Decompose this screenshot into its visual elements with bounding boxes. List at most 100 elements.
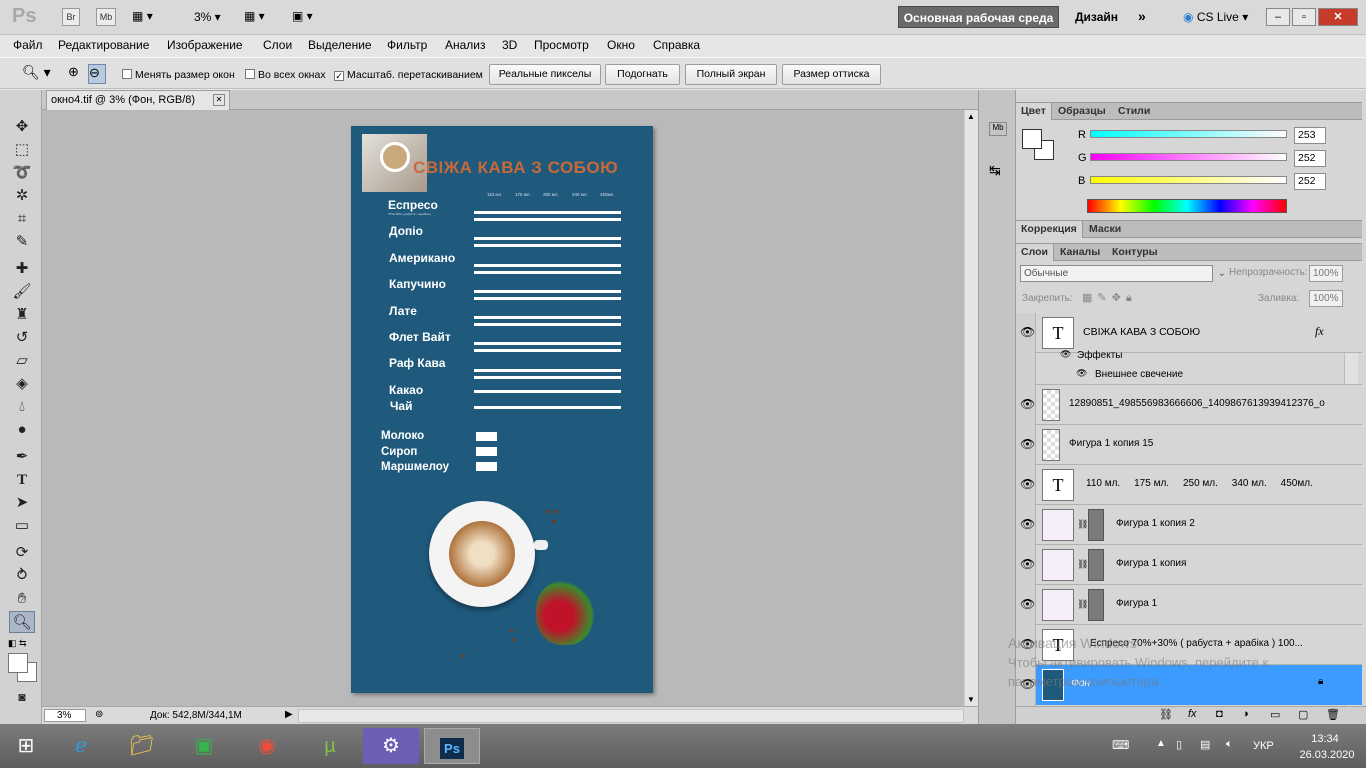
eye-icon[interactable]: 👁︎ — [1020, 517, 1035, 531]
minibridge-panel-icon[interactable]: Mb — [989, 122, 1007, 136]
battery-icon[interactable]: ▯ — [1176, 738, 1182, 751]
chrome-icon[interactable]: ◉ — [243, 728, 291, 764]
clock-time[interactable]: 13:34 — [1303, 733, 1347, 745]
tab-masks[interactable]: Маски — [1084, 221, 1126, 238]
3d-orbit-tool-icon[interactable]: ⥁ — [9, 565, 35, 587]
effects-eye-icon[interactable]: 👁︎ — [1060, 349, 1071, 360]
dodge-tool-icon[interactable]: ● — [9, 419, 35, 441]
hand-tool-icon[interactable]: ✋︎ — [9, 588, 35, 610]
shape-tool-icon[interactable]: ▭ — [9, 515, 35, 537]
3d-rotate-tool-icon[interactable]: ⟳ — [9, 542, 35, 564]
new-layer-icon[interactable]: ▢ — [1298, 708, 1308, 721]
fill-screen-button[interactable]: Полный экран — [685, 64, 777, 85]
restore-button[interactable]: ▫ — [1292, 8, 1316, 26]
show-hidden-icons[interactable]: ▲ — [1156, 738, 1166, 749]
actual-pixels-button[interactable]: Реальные пикселы — [489, 64, 601, 85]
channel-r-value[interactable]: 253 — [1294, 127, 1326, 144]
paint-bucket-tool-icon[interactable]: ◈ — [9, 373, 35, 395]
eye-icon[interactable]: 👁︎ — [1020, 597, 1035, 611]
channel-r-slider[interactable] — [1090, 130, 1287, 138]
tab-layers[interactable]: Слои — [1016, 244, 1054, 261]
document-tab[interactable]: окно4.tif @ 3% (Фон, RGB/8) ✕ — [46, 90, 230, 110]
tab-paths[interactable]: Контуры — [1107, 244, 1163, 261]
channel-b-slider[interactable] — [1090, 176, 1287, 184]
blend-mode-dropdown[interactable]: Обычные ⌄ — [1020, 265, 1226, 282]
status-menu-arrow-icon[interactable]: ▶ — [285, 709, 293, 720]
default-colors-icon[interactable]: ◧ ⇆ — [8, 638, 27, 649]
view-extras-dropdown[interactable]: ▦ ▾ — [132, 9, 166, 25]
zoom-tool-icon[interactable]: 🔍︎ — [9, 611, 35, 633]
layer-sizes-text[interactable]: 👁︎ T 110 мл. 175 мл. 250 мл. 340 мл. 450… — [1020, 465, 1362, 505]
cs-live-button[interactable]: ◉ CS Live ▾ — [1183, 10, 1248, 24]
path-selection-tool-icon[interactable]: ➤ — [9, 492, 35, 514]
menu-select[interactable]: Выделение — [308, 38, 372, 52]
add-style-icon[interactable]: fx — [1188, 708, 1197, 720]
language-indicator[interactable]: УКР — [1253, 740, 1274, 752]
eraser-tool-icon[interactable]: ▱ — [9, 350, 35, 372]
foreground-color-swatch[interactable] — [8, 653, 28, 673]
brush-tool-icon[interactable]: 🖌︎ — [9, 281, 35, 303]
layer-outer-glow-row[interactable]: 👁︎ Внешнее свечение — [1036, 365, 1362, 385]
fx-icon[interactable]: fx — [1315, 324, 1324, 339]
menu-edit[interactable]: Редактирование — [58, 38, 149, 52]
resize-windows-checkbox[interactable]: Менять размер окон — [122, 69, 235, 81]
arrange-documents-dropdown[interactable]: ▦ ▾ — [244, 9, 278, 23]
pen-tool-icon[interactable]: ✒ — [9, 446, 35, 468]
lasso-tool-icon[interactable]: ➰ — [9, 162, 35, 184]
utorrent-icon[interactable]: µ — [306, 728, 354, 764]
fit-screen-button[interactable]: Подогнать — [605, 64, 680, 85]
file-explorer-icon[interactable]: 📁︎ — [118, 728, 166, 764]
menu-window[interactable]: Окно — [607, 38, 635, 52]
layer-shape-1[interactable]: 👁︎ ⛓︎ Фигура 1 — [1020, 585, 1362, 625]
layer-shape-copy-15[interactable]: 👁︎ Фигура 1 копия 15 — [1020, 425, 1362, 465]
blur-tool-icon[interactable]: 💧︎ — [9, 396, 35, 418]
channel-g-value[interactable]: 252 — [1294, 150, 1326, 167]
menu-image[interactable]: Изображение — [167, 38, 243, 52]
add-mask-icon[interactable]: ◘ — [1216, 708, 1223, 720]
marquee-tool-icon[interactable]: ⬚ — [9, 139, 35, 161]
screen-mode-dropdown[interactable]: ▣ ▾ — [292, 9, 326, 23]
tab-channels[interactable]: Каналы — [1055, 244, 1105, 261]
delete-layer-icon[interactable]: 🗑︎ — [1326, 708, 1340, 721]
minimize-button[interactable]: – — [1266, 8, 1290, 26]
menu-analysis[interactable]: Анализ — [445, 38, 486, 52]
outer-glow-eye-icon[interactable]: 👁︎ — [1076, 368, 1087, 379]
tab-color[interactable]: Цвет — [1016, 103, 1052, 120]
history-panel-icon[interactable]: ↹ — [989, 162, 1001, 179]
crop-tool-icon[interactable]: ⌗ — [9, 208, 35, 230]
menu-3d[interactable]: 3D — [502, 38, 517, 52]
tab-styles[interactable]: Стили — [1113, 103, 1155, 120]
volume-icon[interactable]: 🔈︎ — [1226, 738, 1233, 751]
status-zoom-field[interactable]: 3% — [44, 709, 86, 722]
photoshop-taskbar-icon[interactable]: Ps — [424, 728, 480, 764]
settings-icon[interactable]: ⚙ — [363, 728, 419, 764]
link-layers-icon[interactable]: ⛓︎ — [1159, 708, 1173, 721]
zoom-level-dropdown[interactable]: 3% ▾ — [194, 10, 234, 24]
clone-stamp-tool-icon[interactable]: ♜ — [9, 304, 35, 326]
color-spectrum-ramp[interactable] — [1087, 199, 1287, 213]
zoom-in-icon[interactable]: ⊕ — [68, 64, 86, 84]
quick-selection-tool-icon[interactable]: ✲ — [9, 185, 35, 207]
layer-shape-copy[interactable]: 👁︎ ⛓︎ Фигура 1 копия — [1020, 545, 1362, 585]
start-button[interactable]: ⊞ — [2, 728, 50, 764]
color-fg-swatch[interactable] — [1022, 129, 1042, 149]
history-brush-tool-icon[interactable]: ↺ — [9, 327, 35, 349]
vertical-scrollbar[interactable]: ▲ ▼ — [964, 110, 978, 706]
layer-effects-row[interactable]: 👁︎ Эффекты — [1036, 346, 1362, 364]
horizontal-scrollbar[interactable] — [298, 709, 964, 723]
tab-swatches[interactable]: Образцы — [1053, 103, 1111, 120]
internet-explorer-icon[interactable]: ℯ — [57, 728, 105, 764]
workspace-essentials-button[interactable]: Основная рабочая среда — [898, 6, 1059, 28]
menu-layers[interactable]: Слои — [263, 38, 292, 52]
menu-filter[interactable]: Фильтр — [387, 38, 427, 52]
store-icon[interactable]: ▣ — [180, 728, 228, 764]
keyboard-icon[interactable]: ⌨ — [1112, 738, 1129, 752]
eye-icon[interactable]: 👁︎ — [1020, 325, 1035, 339]
eye-icon[interactable]: 👁︎ — [1020, 477, 1035, 491]
scroll-down-icon[interactable]: ▼ — [967, 695, 975, 704]
all-windows-checkbox[interactable]: Во всех окнах — [245, 69, 326, 81]
quick-mask-icon[interactable]: ◙ — [9, 686, 35, 708]
healing-brush-tool-icon[interactable]: ✚ — [9, 258, 35, 280]
print-size-button[interactable]: Размер оттиска — [782, 64, 881, 85]
eye-icon[interactable]: 👁︎ — [1020, 397, 1035, 411]
